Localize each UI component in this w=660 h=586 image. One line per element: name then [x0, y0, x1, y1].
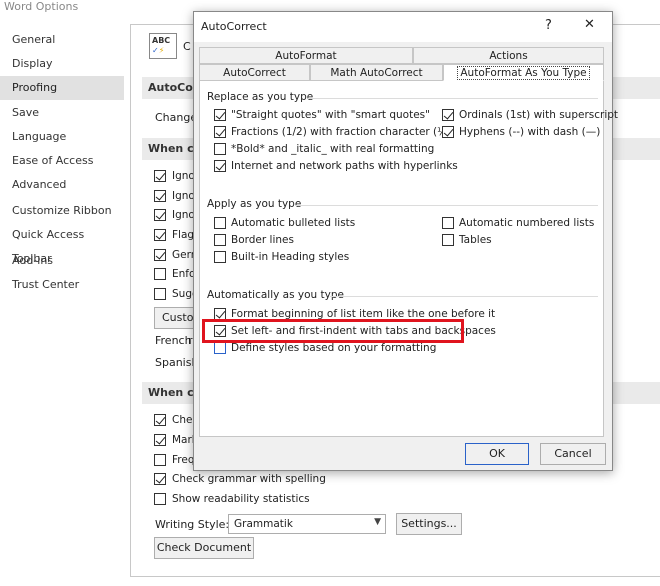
writing-style-value: Grammatik: [234, 518, 293, 530]
writing-style-select[interactable]: Grammatik ▼: [228, 514, 386, 534]
tab-autoformat-as-you-type[interactable]: AutoFormat As You Type: [443, 64, 604, 81]
nav-advanced[interactable]: Advanced: [0, 173, 124, 197]
option-label: Igno: [172, 190, 195, 202]
check-grammar-label: Check grammar with spelling: [172, 473, 326, 485]
french-modes-label-tail: r: [188, 334, 193, 347]
readability-checkbox[interactable]: [154, 493, 166, 505]
nav-trust-center[interactable]: Trust Center: [0, 273, 124, 297]
spanish-modes-label: Spanish: [155, 356, 199, 369]
option-checkbox[interactable]: [154, 209, 166, 221]
option-checkbox[interactable]: [154, 434, 166, 446]
proofing-header: C: [183, 40, 191, 53]
ordinals-label: Ordinals (1st) with superscript: [459, 109, 619, 121]
tab-math-autocorrect[interactable]: Math AutoCorrect: [310, 64, 443, 81]
close-icon[interactable]: ✕: [584, 17, 595, 32]
bulleted-lists-label: Automatic bulleted lists: [231, 217, 356, 229]
writing-style-label: Writing Style:: [155, 518, 230, 531]
group-divider: [330, 296, 598, 297]
apply-header: Apply as you type: [207, 198, 302, 210]
option-checkbox[interactable]: [154, 454, 166, 466]
hyperlinks-checkbox[interactable]: [214, 160, 226, 172]
tab-autocorrect[interactable]: AutoCorrect: [199, 64, 310, 81]
heading-styles-checkbox[interactable]: [214, 251, 226, 263]
replace-header: Replace as you type: [207, 91, 314, 103]
option-checkbox[interactable]: [154, 249, 166, 261]
tables-checkbox[interactable]: [442, 234, 454, 246]
fractions-checkbox[interactable]: [214, 126, 226, 138]
smart-quotes-checkbox[interactable]: [214, 109, 226, 121]
option-label: Igno: [172, 170, 195, 182]
nav-add-ins[interactable]: Add-ins: [0, 249, 124, 273]
autoformat-panel: Replace as you type "Straight quotes" wi…: [199, 80, 618, 437]
border-lines-label: Border lines: [231, 234, 294, 246]
option-label: Gerr: [172, 249, 196, 261]
option-label: Igno: [172, 209, 195, 221]
numbered-lists-label: Automatic numbered lists: [459, 217, 595, 229]
bold-italic-label: *Bold* and _italic_ with real formatting: [231, 143, 435, 155]
define-styles-label: Define styles based on your formatting: [231, 342, 437, 354]
option-checkbox[interactable]: [154, 414, 166, 426]
check-grammar-checkbox[interactable]: [154, 473, 166, 485]
ok-button[interactable]: OK: [465, 443, 529, 465]
option-checkbox[interactable]: [154, 170, 166, 182]
change-label: Change: [155, 111, 198, 124]
autocorrect-dialog: AutoCorrect ? ✕ AutoFormat Actions AutoC…: [193, 11, 618, 471]
option-label: Enfo: [172, 268, 196, 280]
nav-customize-ribbon[interactable]: Customize Ribbon: [0, 199, 124, 223]
window-title: Word Options: [4, 0, 79, 13]
nav-save[interactable]: Save: [0, 101, 124, 125]
nav-proofing[interactable]: Proofing: [0, 76, 124, 100]
smart-quotes-label: "Straight quotes" with "smart quotes": [231, 109, 430, 121]
check-document-button[interactable]: Check Document: [154, 537, 254, 559]
custom-dictionaries-button[interactable]: Custo: [154, 307, 194, 329]
hyphens-checkbox[interactable]: [442, 126, 454, 138]
numbered-lists-checkbox[interactable]: [442, 217, 454, 229]
nav-general[interactable]: General: [0, 28, 124, 52]
french-modes-label: French: [155, 334, 192, 347]
hyphens-label: Hyphens (--) with dash (—): [459, 126, 601, 138]
bulleted-lists-checkbox[interactable]: [214, 217, 226, 229]
options-nav: General Display Proofing Save Language E…: [0, 24, 124, 586]
option-checkbox[interactable]: [154, 268, 166, 280]
option-checkbox[interactable]: [154, 229, 166, 241]
tables-label: Tables: [459, 234, 492, 246]
chevron-down-icon: ▼: [374, 517, 381, 527]
heading-styles-label: Built-in Heading styles: [231, 251, 350, 263]
ordinals-checkbox[interactable]: [442, 109, 454, 121]
readability-label: Show readability statistics: [172, 493, 310, 505]
group-divider: [308, 98, 598, 99]
nav-quick-access-toolbar[interactable]: Quick Access Toolbar: [0, 223, 124, 265]
option-checkbox[interactable]: [154, 288, 166, 300]
dialog-titlebar: AutoCorrect ? ✕: [194, 12, 612, 42]
auto-header: Automatically as you type: [207, 289, 344, 301]
nav-language[interactable]: Language: [0, 125, 124, 149]
nav-ease-of-access[interactable]: Ease of Access: [0, 149, 124, 173]
border-lines-checkbox[interactable]: [214, 234, 226, 246]
option-label: Flag: [172, 229, 195, 241]
dialog-title: AutoCorrect: [201, 20, 267, 33]
cancel-button[interactable]: Cancel: [540, 443, 606, 465]
option-checkbox[interactable]: [154, 190, 166, 202]
tab-autoformat[interactable]: AutoFormat: [199, 47, 413, 64]
nav-display[interactable]: Display: [0, 52, 124, 76]
fractions-label: Fractions (1/2) with fraction character …: [231, 126, 452, 138]
help-icon[interactable]: ?: [545, 18, 552, 33]
tab-actions[interactable]: Actions: [413, 47, 604, 64]
define-styles-checkbox[interactable]: [214, 342, 226, 354]
hyperlinks-label: Internet and network paths with hyperlin…: [231, 160, 458, 172]
settings-button[interactable]: Settings...: [396, 513, 462, 535]
group-divider: [296, 205, 598, 206]
tab-autoformat-as-you-type-label: AutoFormat As You Type: [457, 66, 590, 80]
abc-proofing-icon: ABC ✓⚡: [149, 33, 177, 59]
highlight-box: [202, 319, 464, 343]
bold-italic-checkbox[interactable]: [214, 143, 226, 155]
